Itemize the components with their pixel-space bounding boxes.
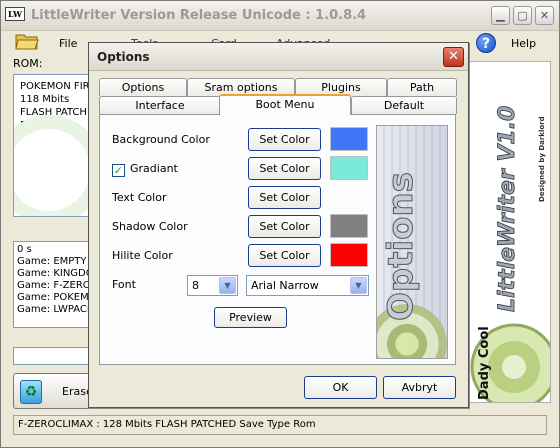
tab-path[interactable]: Path bbox=[387, 78, 457, 96]
font-size-value: 8 bbox=[192, 279, 199, 292]
tab-boot-menu[interactable]: Boot Menu bbox=[219, 94, 351, 115]
shadow-set-color-button[interactable]: Set Color bbox=[248, 215, 321, 238]
close-window-button[interactable]: ✕ bbox=[535, 6, 554, 25]
menu-file[interactable]: File bbox=[59, 34, 77, 54]
log-list[interactable]: 0 s Game: EMPTY Game: KINGDO Game: F-ZER… bbox=[13, 241, 93, 328]
gradiant-color-swatch[interactable] bbox=[330, 156, 368, 180]
background-set-color-button[interactable]: Set Color bbox=[248, 128, 321, 151]
progress-bar bbox=[13, 347, 93, 365]
recycle-bin-icon: ♻ bbox=[20, 380, 42, 404]
font-name-select[interactable]: Arial Narrow ▼ bbox=[246, 275, 369, 296]
app-icon: LW bbox=[5, 7, 25, 21]
background-color-label: Background Color bbox=[112, 133, 210, 146]
panel-credit: Designed by Darklord bbox=[538, 116, 546, 202]
dialog-titlebar: Options ✕ bbox=[89, 43, 468, 71]
font-size-select[interactable]: 8 ▼ bbox=[187, 275, 238, 296]
boot-menu-panel: Background Color Set Color ✓ Gradiant Se… bbox=[99, 114, 456, 365]
chevron-down-icon[interactable]: ▼ bbox=[350, 277, 367, 294]
cancel-button[interactable]: Avbryt bbox=[383, 376, 456, 399]
open-folder-icon[interactable] bbox=[15, 31, 39, 51]
window-title: LittleWriter Version Release Unicode : 1… bbox=[31, 8, 367, 23]
options-dialog: Options ✕ Options Sram options Plugins P… bbox=[88, 42, 469, 408]
font-label: Font bbox=[112, 278, 136, 291]
hilite-set-color-button[interactable]: Set Color bbox=[248, 244, 321, 267]
logo-panel: LittleWriter V1.0 Designed by Darklord D… bbox=[463, 61, 551, 403]
preview-button[interactable]: Preview bbox=[214, 307, 287, 328]
font-name-value: Arial Narrow bbox=[251, 279, 319, 292]
shadow-color-swatch[interactable] bbox=[330, 214, 368, 238]
log-item: Game: LWPACK bbox=[17, 304, 93, 315]
background-color-swatch[interactable] bbox=[330, 127, 368, 151]
status-bar: F-ZEROCLIMAX : 128 Mbits FLASH PATCHED S… bbox=[13, 415, 547, 435]
rom-watermark bbox=[14, 115, 92, 216]
shadow-color-label: Shadow Color bbox=[112, 220, 188, 233]
maximize-button[interactable]: ▢ bbox=[513, 6, 532, 25]
log-item: 0 s bbox=[17, 244, 32, 255]
dialog-title: Options bbox=[97, 50, 150, 64]
log-item: Game: F-ZERO bbox=[17, 280, 91, 291]
erase-button[interactable]: ♻ Erase bbox=[13, 373, 93, 409]
panel-title: LittleWriter V1.0 bbox=[495, 106, 520, 312]
text-color-label: Text Color bbox=[112, 191, 167, 204]
dialog-close-button[interactable]: ✕ bbox=[443, 47, 464, 67]
rom-line: 118 Mbits bbox=[20, 94, 70, 105]
minimize-button[interactable]: ▁ bbox=[491, 6, 510, 25]
help-icon[interactable]: ? bbox=[476, 33, 496, 53]
main-titlebar: LW LittleWriter Version Release Unicode … bbox=[1, 1, 559, 31]
hilite-color-swatch[interactable] bbox=[330, 243, 368, 267]
gradiant-label: Gradiant bbox=[130, 162, 178, 175]
rom-line: POKEMON FIR bbox=[20, 81, 90, 92]
gradiant-set-color-button[interactable]: Set Color bbox=[248, 157, 321, 180]
chevron-down-icon[interactable]: ▼ bbox=[219, 277, 236, 294]
panel-logo-text: Dady Cool bbox=[477, 326, 492, 400]
hilite-color-label: Hilite Color bbox=[112, 249, 173, 262]
log-item: Game: EMPTY bbox=[17, 256, 87, 267]
text-set-color-button[interactable]: Set Color bbox=[248, 186, 321, 209]
tab-interface[interactable]: Interface bbox=[99, 96, 221, 114]
littlewriter-logo-art: LittleWriter V1.0 Designed by Darklord D… bbox=[464, 62, 550, 402]
tab-options[interactable]: Options bbox=[99, 78, 187, 96]
ok-button[interactable]: OK bbox=[304, 376, 377, 399]
menu-help[interactable]: Help bbox=[511, 34, 536, 54]
preview-options-text: Options bbox=[381, 172, 422, 322]
rom-label: ROM: bbox=[13, 57, 43, 70]
log-item: Game: POKEMO bbox=[17, 292, 93, 303]
rom-info-box: POKEMON FIR 118 Mbits FLASH PATCH Rom bbox=[13, 74, 93, 217]
log-item: Game: KINGDO bbox=[17, 268, 93, 279]
gradiant-checkbox[interactable]: ✓ bbox=[112, 164, 125, 177]
tab-default[interactable]: Default bbox=[351, 96, 457, 114]
boot-menu-preview-image: Options bbox=[376, 125, 448, 359]
